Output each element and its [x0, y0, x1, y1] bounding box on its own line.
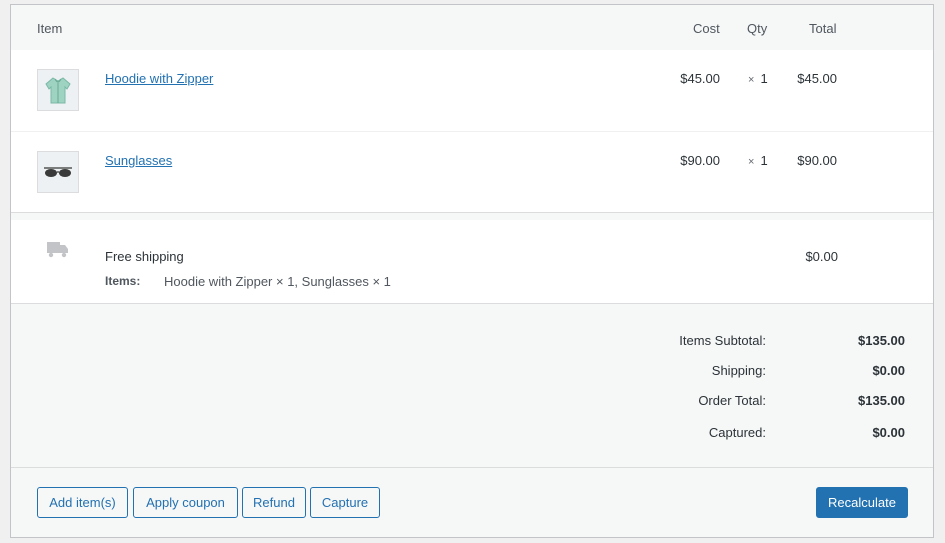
qty-multiplier: × — [748, 74, 755, 86]
item-cost: $90.00 — [680, 153, 720, 168]
item-link-hoodie[interactable]: Hoodie with Zipper — [105, 71, 213, 86]
recalculate-button[interactable]: Recalculate — [816, 487, 908, 518]
item-cost: $45.00 — [680, 71, 720, 86]
shipping-divider — [11, 213, 933, 220]
shipping-method: Free shipping — [105, 249, 184, 264]
capture-button[interactable]: Capture — [310, 487, 380, 518]
apply-coupon-button[interactable]: Apply coupon — [133, 487, 238, 518]
order-items-panel: Item Cost Qty Total Hoodie with Zipper $… — [10, 4, 934, 538]
order-actions: Add item(s) Apply coupon Refund Capture … — [11, 468, 933, 537]
header-cost: Cost — [693, 21, 720, 36]
product-thumbnail[interactable] — [37, 69, 79, 111]
subtotal-value: $135.00 — [858, 333, 905, 348]
shipping-cost: $0.00 — [805, 249, 838, 264]
item-qty: × 1 — [748, 153, 768, 168]
subtotal-label: Items Subtotal: — [679, 333, 766, 348]
item-qty: × 1 — [748, 71, 768, 86]
hoodie-icon — [45, 77, 71, 104]
shipping-total-value: $0.00 — [872, 363, 905, 378]
header-item: Item — [37, 21, 63, 36]
shipping-total-label: Shipping: — [711, 363, 766, 378]
items-table-header: Item Cost Qty Total — [11, 5, 933, 50]
order-totals: Items Subtotal: $135.00 Shipping: $0.00 … — [11, 304, 933, 468]
truck-icon — [47, 242, 68, 258]
product-thumbnail[interactable] — [37, 151, 79, 193]
order-total-label: Order Total: — [698, 393, 766, 408]
item-total: $90.00 — [797, 153, 837, 168]
order-total-value: $135.00 — [858, 393, 905, 408]
captured-value: $0.00 — [872, 425, 905, 440]
qty-value: 1 — [760, 71, 768, 86]
captured-label: Captured: — [708, 425, 766, 440]
qty-value: 1 — [760, 153, 768, 168]
header-qty: Qty — [747, 21, 768, 36]
refund-button[interactable]: Refund — [242, 487, 306, 518]
shipping-line: Free shipping Items: Hoodie with Zipper … — [11, 212, 933, 304]
item-total: $45.00 — [797, 71, 837, 86]
add-items-button[interactable]: Add item(s) — [37, 487, 128, 518]
shipping-items-label: Items: — [105, 274, 141, 288]
item-link-sunglasses[interactable]: Sunglasses — [105, 153, 172, 168]
sunglasses-icon — [44, 167, 72, 177]
header-total: Total — [809, 21, 837, 36]
line-item-row: Sunglasses $90.00 × 1 $90.00 — [11, 131, 933, 212]
shipping-items-value: Hoodie with Zipper × 1, Sunglasses × 1 — [164, 274, 391, 289]
line-item-row: Hoodie with Zipper $45.00 × 1 $45.00 — [11, 50, 933, 131]
qty-multiplier: × — [748, 156, 755, 168]
